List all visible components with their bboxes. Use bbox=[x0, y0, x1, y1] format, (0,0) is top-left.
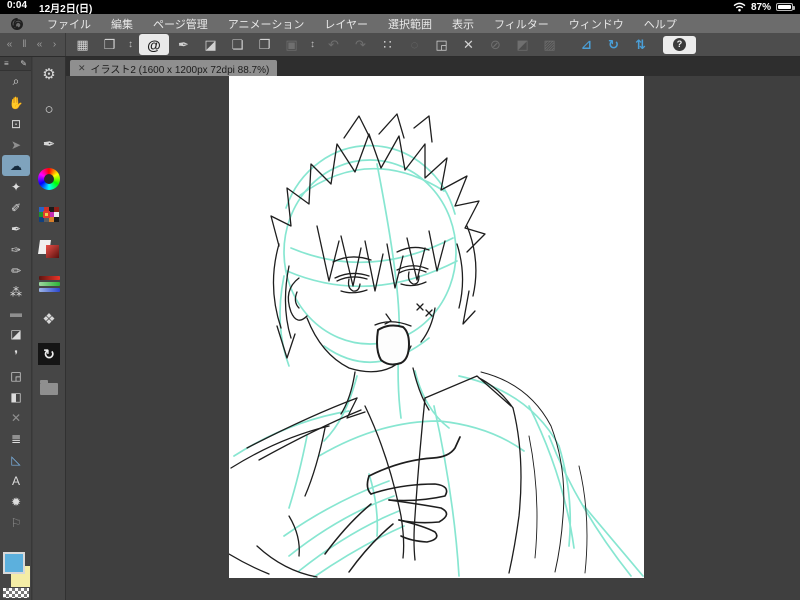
status-bar: 0:04 12月2日(日) 87% bbox=[0, 0, 800, 15]
menu-item[interactable]: ヘルプ bbox=[634, 14, 687, 33]
toolbar-buttons: ▦ ❒ ↕ @ ✒ ◪ ❏ ❐ ▣ ↕ ↶ ↷ ∷ ◌ ◲ ✕ ⊘ ◩ ▨ ⊿ ↻ ⇅? bbox=[66, 34, 696, 55]
clip-studio-swirl-logo bbox=[11, 17, 24, 30]
ruler-tool[interactable]: ◺ bbox=[0, 449, 32, 470]
canvas-workspace[interactable] bbox=[66, 76, 800, 600]
tab-title: イラスト2 (1600 x 1200px 72dpi 88.7%) bbox=[90, 64, 270, 76]
menu-item[interactable]: フィルター bbox=[484, 14, 559, 33]
selection-launcher-icon[interactable]: ◌ bbox=[402, 34, 427, 55]
menu-item[interactable]: 選択範囲 bbox=[378, 14, 442, 33]
stepper-icon[interactable]: ↕ bbox=[306, 34, 319, 55]
current-tool-icon: ✎ bbox=[20, 59, 27, 68]
tool-list: ⌕ ✋ ⊡ ➤ ☁ ✦ ✐ ✒ ✑ ✏ ⁂ ▬ ◪ ❜ ◲ ◧ ✕ ≣ ◺ A ✹ ⚐ bbox=[0, 71, 31, 533]
figure-tool[interactable]: ✕ bbox=[0, 407, 32, 428]
open-file-icon[interactable]: ❐ bbox=[252, 34, 277, 55]
status-date: 12月2日(日) bbox=[39, 3, 93, 15]
drawing-canvas[interactable] bbox=[229, 76, 644, 578]
zoom-tool[interactable]: ⌕ bbox=[0, 71, 32, 92]
palette-menu-icon[interactable]: ≡ bbox=[4, 59, 9, 68]
frame-border-tool[interactable]: ≣ bbox=[0, 428, 32, 449]
status-time: 0:04 bbox=[7, 0, 28, 11]
transform-mesh-icon[interactable]: ✕ bbox=[456, 34, 481, 55]
auto-select-tool[interactable]: ✦ bbox=[0, 176, 32, 197]
foreground-color-swatch[interactable] bbox=[3, 552, 25, 574]
dock-controls: «‖ «› bbox=[0, 33, 66, 56]
palette-dock: ⚙ ○ ✒ ❖ ↻ bbox=[33, 57, 66, 600]
mask-icon[interactable]: ◩ bbox=[510, 34, 535, 55]
text-tool[interactable]: A bbox=[0, 470, 32, 491]
tool-palette-header: ≡ ✎ bbox=[0, 57, 31, 71]
rotate-view-icon[interactable]: ↻ bbox=[601, 34, 626, 55]
dock-collapse2-icon[interactable]: « bbox=[33, 35, 46, 55]
fill-tool[interactable]: ◲ bbox=[0, 365, 32, 386]
dock-pause-icon[interactable]: ‖ bbox=[18, 35, 31, 55]
eraser-tool[interactable]: ◪ bbox=[0, 323, 32, 344]
clear-selection-icon[interactable]: ⊘ bbox=[483, 34, 508, 55]
stepper-icon[interactable]: ↕ bbox=[124, 34, 137, 55]
menu-item[interactable]: ウィンドウ bbox=[559, 14, 634, 33]
snap-ruler-icon[interactable]: ⊿ bbox=[574, 34, 599, 55]
sub-tool-icon[interactable]: ○ bbox=[36, 97, 62, 121]
correction-tool[interactable]: ⚐ bbox=[0, 512, 32, 533]
new-canvas-icon[interactable]: ❏ bbox=[225, 34, 250, 55]
help-icon[interactable]: ? bbox=[663, 35, 696, 54]
menu-item[interactable]: アニメーション bbox=[218, 14, 315, 33]
save-icon[interactable]: ▣ bbox=[279, 34, 304, 55]
pencil-tool[interactable]: ✏ bbox=[0, 260, 32, 281]
navigator-icon[interactable]: ↻ bbox=[36, 342, 62, 366]
clip-studio-paint-app: 0:04 12月2日(日) 87% ファイル 編集 ページ管理 アニメーション レイヤー… bbox=[0, 0, 800, 600]
undo-icon[interactable]: ↶ bbox=[321, 34, 346, 55]
color-history-icon[interactable] bbox=[36, 237, 62, 261]
blend-tool[interactable]: ❜ bbox=[0, 344, 32, 365]
layer-palette-icon[interactable]: ❖ bbox=[36, 307, 62, 331]
pen-tool[interactable]: ✒ bbox=[0, 218, 32, 239]
brush-size-icon[interactable]: ✒ bbox=[36, 132, 62, 156]
menu-bar: ファイル 編集 ページ管理 アニメーション レイヤー 選択範囲 表示 フィルター ウィンドウ ヘル… bbox=[0, 14, 800, 33]
move-layer-tool[interactable]: ⊡ bbox=[0, 113, 32, 134]
pen-switch-icon[interactable]: ✒ bbox=[171, 34, 196, 55]
color-wheel-icon[interactable] bbox=[36, 167, 62, 191]
brush-tool[interactable]: ✑ bbox=[0, 239, 32, 260]
menu-item[interactable]: ページ管理 bbox=[143, 14, 218, 33]
tool-palette-grid-icon[interactable]: ▦ bbox=[70, 34, 95, 55]
lasso-selection-tool[interactable]: ☁ bbox=[2, 155, 30, 176]
tool-property-icon[interactable]: ⚙ bbox=[36, 62, 62, 86]
balloon-tool[interactable]: ✹ bbox=[0, 491, 32, 512]
menu-item[interactable]: ファイル bbox=[37, 14, 101, 33]
tab-close-icon[interactable]: ✕ bbox=[78, 63, 86, 74]
airbrush-tool[interactable]: ⁂ bbox=[0, 281, 32, 302]
command-toolbar: «‖ «› ▦ ❒ ↕ @ ✒ ◪ ❏ ❐ ▣ ↕ ↶ ↷ ∷ ◌ ◲ ✕ ⊘ ◩ ▨ ⊿ ↻ ⇅? bbox=[0, 33, 800, 57]
character-sketch bbox=[229, 113, 644, 578]
clip-studio-mode-icon[interactable]: @ bbox=[139, 34, 169, 55]
dock-expand-icon[interactable]: › bbox=[48, 35, 61, 55]
material-folder-icon[interactable] bbox=[36, 377, 62, 401]
menu-item[interactable]: 表示 bbox=[442, 14, 484, 33]
color-set-icon[interactable] bbox=[36, 202, 62, 226]
fill-bucket-icon[interactable]: ◲ bbox=[429, 34, 454, 55]
menu-items: ファイル 編集 ページ管理 アニメーション レイヤー 選択範囲 表示 フィルター ウィンドウ ヘル… bbox=[37, 14, 687, 33]
eyedropper-tool[interactable]: ✐ bbox=[0, 197, 32, 218]
menu-item[interactable]: レイヤー bbox=[314, 14, 378, 33]
selection-pen-icon[interactable]: ∷ bbox=[375, 34, 400, 55]
battery-percent: 87% bbox=[750, 1, 771, 13]
flip-view-icon[interactable]: ⇅ bbox=[628, 34, 653, 55]
menu-item[interactable]: 編集 bbox=[101, 14, 143, 33]
dock-collapse-icon[interactable]: « bbox=[3, 35, 16, 55]
frame-select-icon[interactable]: ▨ bbox=[537, 34, 562, 55]
eraser-switch-icon[interactable]: ◪ bbox=[198, 34, 223, 55]
object-tool[interactable]: ➤ bbox=[0, 134, 32, 155]
color-slider-icon[interactable] bbox=[36, 272, 62, 296]
transparent-color-swatch[interactable] bbox=[3, 588, 29, 598]
battery-icon bbox=[776, 3, 795, 11]
wifi-icon bbox=[733, 2, 746, 12]
tool-palette: ≡ ✎ ⌕ ✋ ⊡ ➤ ☁ ✦ ✐ ✒ ✑ ✏ ⁂ ▬ ◪ ❜ ◲ ◧ ✕ ≣ ◺ A ✹ ⚐ bbox=[0, 57, 32, 600]
move-screen-tool[interactable]: ✋ bbox=[0, 92, 32, 113]
document-tab[interactable]: ✕ イラスト2 (1600 x 1200px 72dpi 88.7%) bbox=[70, 60, 278, 76]
document-tab-bar: ✕ イラスト2 (1600 x 1200px 72dpi 88.7%) bbox=[66, 57, 800, 76]
redo-icon[interactable]: ↷ bbox=[348, 34, 373, 55]
gradient-tool[interactable]: ◧ bbox=[0, 386, 32, 407]
decoration-tool[interactable]: ▬ bbox=[0, 302, 32, 323]
screen-layout-icon[interactable]: ❒ bbox=[97, 34, 122, 55]
